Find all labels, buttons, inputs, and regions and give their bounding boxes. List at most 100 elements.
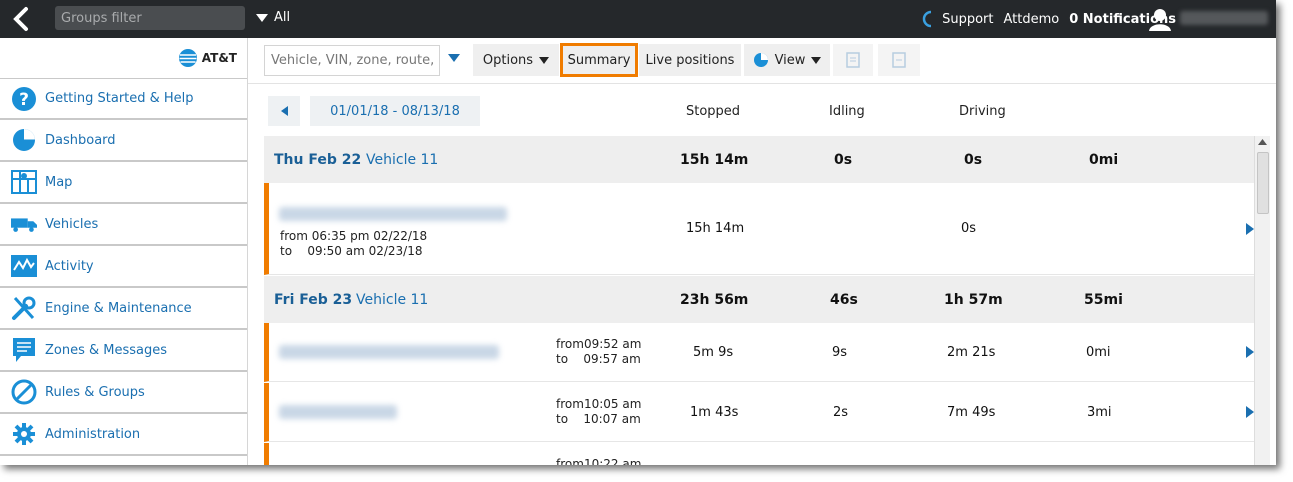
caret-down-icon xyxy=(539,56,550,64)
pie-chart-icon xyxy=(753,53,768,67)
sidebar-item-label: Zones & Messages xyxy=(45,342,168,358)
chevron-left-icon xyxy=(13,7,28,31)
support-link[interactable]: Support xyxy=(918,9,994,29)
sidebar-item-zones-messages[interactable]: Zones & Messages xyxy=(0,330,247,372)
sidebar-item-label: Rules & Groups xyxy=(45,384,145,400)
view-button[interactable]: View xyxy=(744,44,830,76)
stop-stopped: 1m 43s xyxy=(690,405,739,420)
column-header-idling: Idling xyxy=(829,104,865,119)
message-icon xyxy=(11,337,37,363)
att-logo: AT&T xyxy=(0,38,247,78)
vehicle-search-input[interactable] xyxy=(264,45,440,76)
scroll-up-icon[interactable] xyxy=(1258,139,1267,145)
app-window: All Support Attdemo 0 Notifications xyxy=(0,0,1276,465)
to-label: to xyxy=(280,244,293,258)
all-label: All xyxy=(274,10,291,25)
stop-distance: 0mi xyxy=(1086,345,1111,360)
search-dropdown-caret-icon[interactable] xyxy=(448,54,460,62)
day-driving-total: 0s xyxy=(964,152,983,168)
column-header-driving: Driving xyxy=(959,104,1006,119)
support-label: Support xyxy=(942,11,994,27)
to-time: 09:57 am xyxy=(583,352,641,366)
scrollbar-thumb[interactable] xyxy=(1257,152,1269,214)
vehicle-link[interactable]: Vehicle 11 xyxy=(366,152,438,168)
sidebar-item-label: Engine & Maintenance xyxy=(45,300,192,316)
live-positions-button[interactable]: Live positions xyxy=(639,44,741,76)
top-right-menu: Support Attdemo 0 Notifications xyxy=(918,0,1176,38)
caret-down-icon xyxy=(811,56,822,64)
export-button[interactable] xyxy=(833,44,873,76)
svg-text:?: ? xyxy=(19,90,29,110)
document-icon xyxy=(892,52,906,68)
sidebar-item-label: Administration xyxy=(45,426,141,442)
gear-icon xyxy=(11,421,37,447)
vertical-scrollbar[interactable] xyxy=(1254,136,1270,465)
print-button[interactable] xyxy=(878,44,920,76)
sidebar-item-administration[interactable]: Administration xyxy=(0,414,247,456)
user-avatar[interactable] xyxy=(1148,7,1172,31)
day-header-row: Fri Feb 23 Vehicle 11 23h 56m 46s 1h 57m… xyxy=(264,276,1254,323)
stop-row[interactable]: from10:22 am xyxy=(264,443,1254,465)
from-label: from xyxy=(556,457,584,465)
stop-driving: 0s xyxy=(961,221,977,236)
summary-button[interactable]: Summary xyxy=(560,43,638,77)
caret-down-icon xyxy=(256,13,268,22)
sidebar-item-dashboard[interactable]: Dashboard xyxy=(0,120,247,162)
caret-right-icon xyxy=(1246,346,1254,358)
att-globe-icon xyxy=(178,49,197,67)
date-prev-button[interactable] xyxy=(268,96,300,126)
activity-icon xyxy=(11,253,37,279)
options-button[interactable]: Options xyxy=(473,44,559,76)
from-time: 06:35 pm 02/22/18 xyxy=(311,229,428,243)
sidebar-item-label: Dashboard xyxy=(45,132,116,148)
from-label: from xyxy=(556,337,584,351)
options-label: Options xyxy=(482,52,534,68)
help-icon: ? xyxy=(11,86,37,112)
day-distance-total: 0mi xyxy=(1089,152,1119,168)
stop-row[interactable]: from 06:35 pm 02/22/18 to 09:50 am 02/23… xyxy=(264,183,1254,275)
back-button[interactable] xyxy=(10,6,34,32)
sidebar-item-activity[interactable]: Activity xyxy=(0,246,247,288)
user-name-redacted xyxy=(1180,11,1268,25)
top-bar: All Support Attdemo 0 Notifications xyxy=(0,0,1276,38)
wrench-icon xyxy=(11,295,37,321)
sidebar-item-label: Map xyxy=(45,174,73,190)
logo-text: AT&T xyxy=(201,51,237,65)
stop-stopped: 15h 14m xyxy=(686,221,745,236)
sidebar-item-label: Activity xyxy=(45,258,94,274)
view-label: View xyxy=(774,52,806,68)
stop-distance: 3mi xyxy=(1087,405,1112,420)
sidebar-item-engine-maintenance[interactable]: Engine & Maintenance xyxy=(0,288,247,330)
truck-icon xyxy=(11,211,37,237)
sidebar-item-map[interactable]: Map xyxy=(0,162,247,204)
date-range-picker[interactable]: 01/01/18 - 08/13/18 xyxy=(310,96,480,126)
rules-icon xyxy=(11,379,37,405)
day-idling-total: 46s xyxy=(830,292,858,308)
document-icon xyxy=(846,52,860,68)
sidebar-item-getting-started[interactable]: ? Getting Started & Help xyxy=(0,78,247,120)
stop-time-range: from10:05 am to 10:07 am xyxy=(556,397,641,427)
sidebar-item-vehicles[interactable]: Vehicles xyxy=(0,204,247,246)
day-idling-total: 0s xyxy=(834,152,853,168)
stop-row[interactable]: from09:52 am to 09:57 am 5m 9s 9s 2m 21s… xyxy=(264,323,1254,382)
to-time: 09:50 am 02/23/18 xyxy=(307,244,423,258)
stop-driving: 7m 49s xyxy=(947,405,996,420)
sidebar-item-rules-groups[interactable]: Rules & Groups xyxy=(0,372,247,414)
all-groups-dropdown[interactable]: All xyxy=(256,10,290,25)
summary-report: 01/01/18 - 08/13/18 Stopped Idling Drivi… xyxy=(248,84,1276,465)
stop-idling: 9s xyxy=(832,345,848,360)
groups-filter-input[interactable] xyxy=(55,6,245,30)
from-label: from xyxy=(556,397,584,411)
stop-idling: 2s xyxy=(833,405,849,420)
from-time: 10:05 am xyxy=(583,397,642,411)
vehicle-link[interactable]: Vehicle 11 xyxy=(356,292,428,308)
day-header-row: Thu Feb 22 Vehicle 11 15h 14m 0s 0s 0mi xyxy=(264,136,1254,183)
from-label: from xyxy=(280,229,308,243)
account-name[interactable]: Attdemo xyxy=(1004,12,1060,27)
toolbar: Options Summary Live positions View xyxy=(248,38,1276,84)
report-grid: Thu Feb 22 Vehicle 11 15h 14m 0s 0s 0mi … xyxy=(264,136,1254,465)
day-driving-total: 1h 57m xyxy=(944,292,1003,308)
stop-row[interactable]: from10:05 am to 10:07 am 1m 43s 2s 7m 49… xyxy=(264,383,1254,442)
address-redacted xyxy=(279,345,499,359)
day-distance-total: 55mi xyxy=(1084,292,1123,308)
